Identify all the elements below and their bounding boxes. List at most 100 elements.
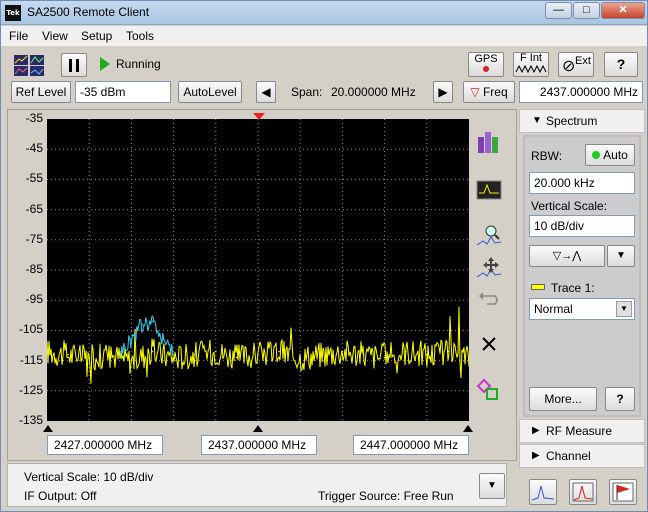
- undo-button[interactable]: [475, 286, 503, 312]
- span-value[interactable]: 20.000000 MHz: [331, 85, 416, 99]
- center-freq-field[interactable]: 2437.000000 MHz: [201, 435, 317, 455]
- span-decrease-button[interactable]: ◀: [256, 81, 276, 103]
- trace-mode-select[interactable]: Normal ▼: [529, 298, 635, 320]
- ref-level-button[interactable]: Ref Level: [11, 81, 71, 103]
- max-hold-point: [151, 320, 154, 323]
- close-icon: [482, 337, 496, 351]
- status-vertical-scale: Vertical Scale: 10 dB/div: [24, 470, 154, 484]
- spectrum-label: Spectrum: [546, 114, 598, 128]
- fint-label: F Int: [519, 52, 542, 64]
- trace-1-point: [151, 350, 154, 353]
- spectrum-mode-icon: [531, 485, 555, 501]
- pan-button[interactable]: [475, 255, 503, 281]
- center-marker: [253, 422, 263, 436]
- status-expand-button[interactable]: ▼: [479, 473, 505, 499]
- trace-1-point: [257, 353, 259, 356]
- stop-marker: [463, 422, 473, 436]
- trace-1-point: [447, 350, 449, 353]
- freq-button[interactable]: ▽ Freq: [463, 81, 515, 103]
- undo-icon: [479, 292, 498, 305]
- zoom-icon: [476, 225, 502, 246]
- right-arrow-icon: ▶: [438, 85, 448, 99]
- menu-view[interactable]: View: [42, 29, 68, 43]
- spectrum-bars-icon: [478, 132, 498, 153]
- vscale-input[interactable]: 10 dB/div: [529, 215, 635, 237]
- spectrogram-mode-button[interactable]: [569, 479, 597, 505]
- spectrum-plot[interactable]: [47, 119, 469, 421]
- trace-1-line: [47, 306, 469, 384]
- ext-label: Ext: [575, 55, 591, 67]
- rbw-input[interactable]: 20.000 kHz: [529, 172, 635, 194]
- y-tick-label: -135: [18, 413, 43, 427]
- trace-colors-button[interactable]: [475, 129, 503, 155]
- gps-button[interactable]: GPS: [468, 52, 504, 77]
- span-increase-button[interactable]: ▶: [433, 81, 453, 103]
- minimize-button[interactable]: —: [545, 2, 572, 19]
- trace-1-point: [130, 359, 133, 362]
- y-tick-label: -45: [25, 141, 43, 156]
- marker-table-button[interactable]: [475, 177, 503, 203]
- start-freq-field[interactable]: 2427.000000 MHz: [47, 435, 163, 455]
- title-bar: Tek SA2500 Remote Client — □ ✕: [1, 1, 647, 25]
- help-button[interactable]: ?: [604, 52, 638, 77]
- menu-bar: File View Setup Tools: [1, 26, 647, 46]
- auto-status-icon: [592, 151, 601, 159]
- chevron-down-icon: ▼: [616, 250, 626, 261]
- record-mode-button[interactable]: [609, 479, 637, 505]
- left-arrow-icon: ◀: [261, 85, 271, 99]
- marker-peak-button[interactable]: [475, 377, 503, 403]
- autolevel-button[interactable]: AutoLevel: [178, 81, 242, 103]
- center-freq-input[interactable]: 2437.000000 MHz: [519, 81, 643, 103]
- spectrum-help-button[interactable]: ?: [605, 387, 635, 411]
- trace-1-point: [278, 350, 280, 353]
- marker-to-center-button[interactable]: ▽→⋀: [529, 245, 605, 267]
- pause-icon: [69, 59, 79, 72]
- menu-setup[interactable]: Setup: [81, 29, 112, 43]
- menu-tools[interactable]: Tools: [126, 29, 154, 43]
- clear-button[interactable]: [475, 331, 503, 357]
- max-hold-point: [172, 353, 175, 356]
- external-ref-button[interactable]: ⊘ Ext: [558, 52, 594, 77]
- spectrum-section-header[interactable]: ▼ Spectrum: [519, 109, 645, 133]
- freq-label: Freq: [482, 85, 508, 99]
- menu-file[interactable]: File: [9, 29, 28, 43]
- max-hold-point: [162, 338, 164, 341]
- rbw-label: RBW:: [531, 149, 563, 163]
- trace-1-point: [88, 356, 90, 359]
- pause-button[interactable]: [61, 53, 87, 77]
- window-title: SA2500 Remote Client: [27, 5, 150, 19]
- channel-label: Channel: [546, 449, 591, 463]
- pan-icon: [476, 257, 502, 278]
- y-tick-label: -125: [18, 382, 43, 397]
- y-tick-label: -85: [25, 262, 43, 276]
- maximize-button[interactable]: □: [573, 2, 600, 19]
- marker-display-icon: [476, 180, 502, 200]
- marker-options-dropdown[interactable]: ▼: [607, 245, 635, 267]
- max-hold-point: [141, 323, 143, 326]
- start-marker: [43, 422, 53, 436]
- marker-to-center-icon: ▽→⋀: [552, 250, 582, 262]
- waveform-icon: [515, 64, 547, 74]
- display-layout-button[interactable]: [13, 53, 47, 77]
- internal-freq-ref-button[interactable]: F Int: [513, 52, 549, 77]
- more-button[interactable]: More...: [529, 387, 597, 411]
- stop-freq-field[interactable]: 2447.000000 MHz: [353, 435, 469, 455]
- max-hold-point: [120, 350, 122, 353]
- y-tick-label: -75: [25, 231, 43, 246]
- channel-section-header[interactable]: ▶ Channel: [519, 444, 645, 468]
- y-tick-label: -55: [25, 171, 43, 186]
- trace-1-point: [426, 353, 428, 356]
- chevron-down-icon: ▼: [616, 301, 632, 317]
- trace-1-point: [67, 353, 69, 356]
- trace-mode-value: Normal: [534, 302, 573, 316]
- ref-level-input[interactable]: -35 dBm: [75, 81, 171, 103]
- close-button[interactable]: ✕: [601, 2, 645, 19]
- triangle-up-icon: [43, 425, 53, 432]
- rbw-auto-button[interactable]: Auto: [585, 144, 635, 166]
- y-tick-label: -115: [19, 352, 43, 367]
- span-label: Span:: [291, 85, 323, 99]
- zoom-button[interactable]: [475, 223, 503, 249]
- rf-measure-section-header[interactable]: ▶ RF Measure: [519, 419, 645, 443]
- spectrum-mode-button[interactable]: [529, 479, 557, 505]
- trace-1-point: [362, 353, 365, 356]
